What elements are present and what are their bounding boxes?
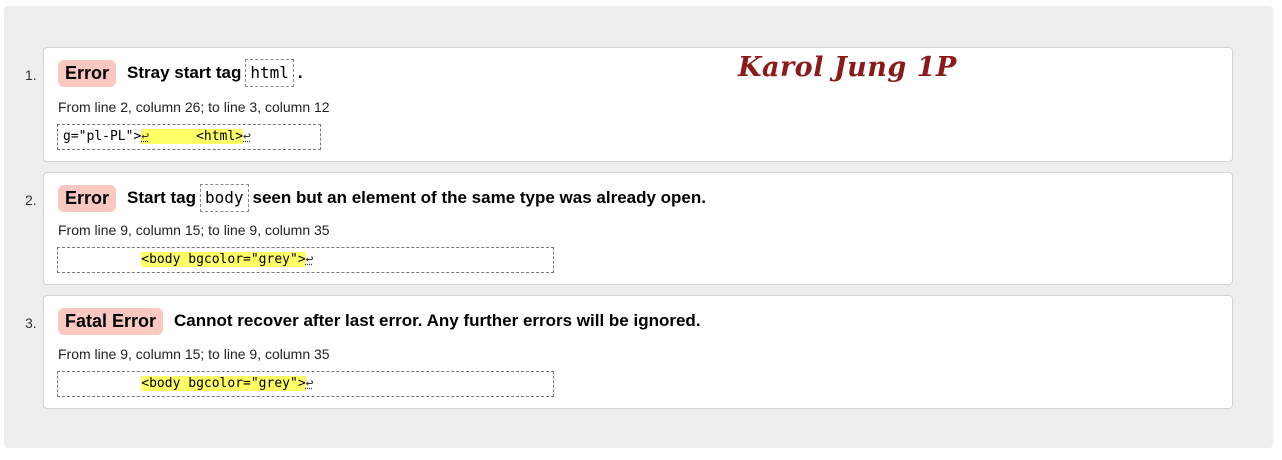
message-text: Cannot recover after last error. Any fur… <box>174 311 701 330</box>
extract-highlight: <body bgcolor="grey"> <box>141 252 306 267</box>
error-message-1: 1. Error Stray start tag html . From lin… <box>25 47 1233 162</box>
extract-before <box>63 376 141 391</box>
line-feed-icon: ↩ <box>243 129 251 144</box>
extract-before: g="pl-PL"> <box>63 129 142 144</box>
location-link[interactable]: From line 9, column 15; to line 9, colum… <box>58 222 330 238</box>
tag-code: html <box>245 59 294 87</box>
handwritten-signature: Karol Jung 1P <box>738 52 957 83</box>
message-text-before: Start tag <box>127 188 196 207</box>
message-text-after: . <box>297 63 303 82</box>
message-text-after: seen but an element of the same type was… <box>252 188 706 207</box>
error-message-2: 2. Error Start tag body seen but an elem… <box>25 172 1233 285</box>
extract-highlight-text: <html> <box>149 129 244 144</box>
message-number: 2. <box>25 192 37 208</box>
code-extract: <body bgcolor="grey">↩ <box>57 371 554 397</box>
extract-before <box>63 252 141 267</box>
message-line: Fatal Error Cannot recover after last er… <box>58 306 701 336</box>
message-line: Error Stray start tag html . <box>58 58 303 88</box>
message-text-before: Stray start tag <box>127 63 242 82</box>
extract-highlight: ↩ <html> <box>141 129 244 144</box>
line-feed-icon: ↩ <box>305 376 314 391</box>
location-link[interactable]: From line 9, column 15; to line 9, colum… <box>58 346 330 362</box>
message-number: 1. <box>25 67 37 83</box>
line-feed-icon: ↩ <box>305 252 314 267</box>
message-number: 3. <box>25 315 37 331</box>
tag-code: body <box>199 184 249 212</box>
error-badge: Error <box>58 184 117 212</box>
fatal-error-message: 3. Fatal Error Cannot recover after last… <box>25 295 1233 409</box>
fatal-error-badge: Fatal Error <box>58 307 164 335</box>
line-feed-icon: ↩ <box>141 129 150 144</box>
code-extract: <body bgcolor="grey">↩ <box>57 247 554 273</box>
extract-highlight: <body bgcolor="grey"> <box>141 376 306 391</box>
location-link[interactable]: From line 2, column 26; to line 3, colum… <box>58 99 330 115</box>
message-line: Error Start tag body seen but an element… <box>58 183 706 213</box>
error-badge: Error <box>58 59 117 87</box>
message-text: Start tag body seen but an element of th… <box>127 184 706 212</box>
code-extract: g="pl-PL">↩ <html>↩ <box>57 124 321 150</box>
message-text: Stray start tag html . <box>127 59 303 87</box>
